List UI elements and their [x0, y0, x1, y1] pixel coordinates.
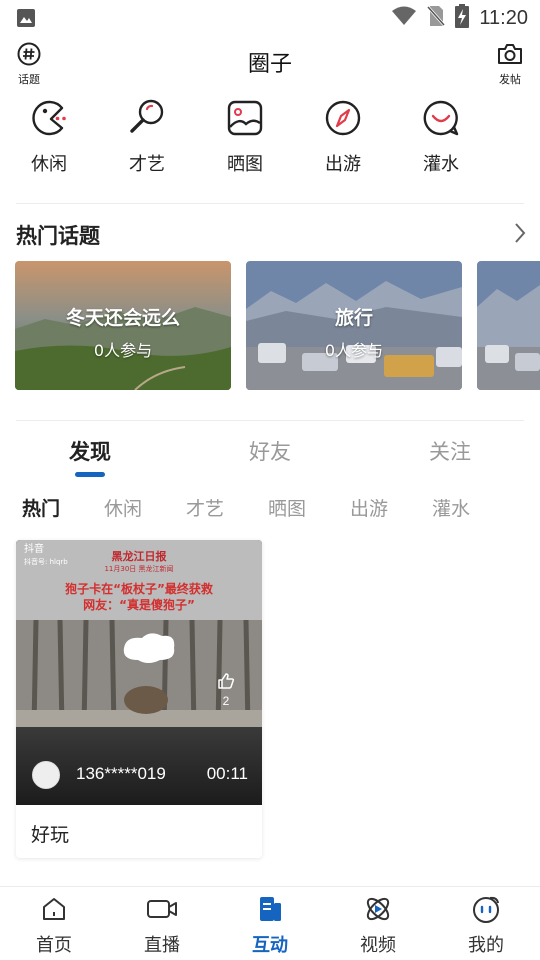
topic-title: 冬天还会远么 — [65, 307, 180, 329]
post-card[interactable]: 抖音 抖音号: hlqrb 黑龙江日报 11月30日 黑龙江新闻 狍子卡在“板杖… — [16, 540, 262, 858]
battery-charging-icon — [455, 4, 470, 32]
category-label: 才艺 — [129, 154, 165, 175]
play-orbit-icon — [363, 897, 393, 927]
nav-label: 我的 — [468, 935, 504, 956]
nav-label: 首页 — [36, 935, 72, 956]
category-photos[interactable]: 晒图 — [211, 98, 279, 176]
category-row: 休闲 才艺 晒图 出游 灌水 — [0, 98, 540, 178]
video-thumbnail[interactable]: 抖音 抖音号: hlqrb 黑龙江日报 11月30日 黑龙江新闻 狍子卡在“板杖… — [16, 540, 262, 805]
like-count: 2 — [222, 694, 230, 708]
video-duration: 00:11 — [206, 764, 248, 783]
nav-live[interactable]: 直播 — [122, 895, 202, 957]
topic-title: 旅行 — [334, 307, 373, 329]
divider — [16, 420, 524, 421]
magnifier-icon — [127, 99, 167, 142]
topic-participants: 0人参与 — [93, 341, 153, 360]
news-headline-1: 狍子卡在“板杖子”最终获救 — [65, 582, 213, 596]
topic-participants: 0人参与 — [324, 341, 384, 360]
category-label: 出游 — [325, 154, 361, 175]
post-caption: 好玩 — [31, 824, 70, 846]
post-button[interactable]: 发帖 — [490, 42, 530, 87]
nav-video[interactable]: 视频 — [338, 895, 418, 957]
category-talent[interactable]: 才艺 — [113, 98, 181, 176]
tab-following[interactable]: 关注 — [429, 436, 471, 466]
user-face-icon — [471, 896, 501, 927]
category-leisure[interactable]: 休闲 — [15, 98, 83, 176]
bottom-nav: 首页 直播 互动 视频 我的 — [0, 886, 540, 960]
header: 话题 圈子 发帖 — [0, 40, 540, 88]
subtab-hot[interactable]: 热门 — [22, 494, 60, 521]
news-headline-2: 网友：“真是傻狍子” — [83, 598, 195, 612]
no-sim-icon — [427, 5, 446, 31]
chevron-right-icon[interactable] — [514, 222, 526, 248]
category-label: 晒图 — [227, 154, 263, 175]
category-label: 灌水 — [423, 154, 459, 175]
hot-topics-title: 热门话题 — [16, 224, 100, 248]
tab-discover[interactable]: 发现 — [69, 436, 111, 466]
divider — [16, 203, 524, 204]
post-label: 发帖 — [499, 73, 521, 86]
picture-icon — [225, 100, 265, 142]
wifi-icon — [391, 5, 417, 31]
nav-label: 直播 — [144, 935, 180, 956]
pacman-icon — [29, 100, 69, 142]
topic-card-partial[interactable] — [477, 261, 540, 390]
tab-indicator — [75, 472, 105, 477]
topic-image — [477, 261, 540, 390]
thumbs-up-icon — [217, 673, 235, 694]
category-label: 休闲 — [31, 154, 67, 175]
nav-home[interactable]: 首页 — [14, 895, 94, 957]
nav-profile[interactable]: 我的 — [446, 895, 526, 957]
subtab-talent[interactable]: 才艺 — [186, 494, 224, 521]
subtab-travel[interactable]: 出游 — [350, 494, 388, 521]
image-notification-icon — [16, 8, 36, 32]
topic-card[interactable]: 冬天还会远么 0人参与 — [15, 261, 231, 390]
page-title: 圈子 — [247, 52, 292, 77]
camera-icon — [497, 44, 523, 70]
subtab-photos[interactable]: 晒图 — [268, 494, 306, 521]
nav-label: 视频 — [360, 935, 396, 956]
compass-icon — [323, 100, 363, 142]
interact-icon — [256, 897, 284, 927]
subtab-chat[interactable]: 灌水 — [432, 494, 470, 521]
avatar[interactable] — [32, 761, 60, 789]
smile-bubble-icon — [421, 100, 461, 142]
tab-friends[interactable]: 好友 — [249, 436, 291, 466]
like-button[interactable]: 2 — [215, 672, 237, 708]
news-header: 黑龙江日报 — [111, 550, 167, 563]
news-date: 11月30日 黑龙江新闻 — [104, 565, 174, 573]
subtab-leisure[interactable]: 休闲 — [104, 494, 142, 521]
nav-label: 互动 — [252, 935, 288, 956]
post-username[interactable]: 136*****019 — [76, 764, 166, 784]
category-travel[interactable]: 出游 — [309, 98, 377, 176]
topic-card[interactable]: 旅行 0人参与 — [246, 261, 462, 390]
category-chat[interactable]: 灌水 — [407, 98, 475, 176]
status-time: 11:20 — [479, 6, 528, 29]
status-bar: 11:20 — [0, 0, 540, 36]
home-icon — [40, 898, 68, 927]
nav-interact[interactable]: 互动 — [230, 895, 310, 957]
video-camera-icon — [146, 900, 178, 927]
